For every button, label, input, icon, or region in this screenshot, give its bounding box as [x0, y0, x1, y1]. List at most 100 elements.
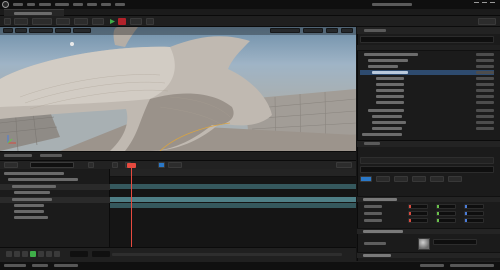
track-row[interactable]	[0, 215, 110, 221]
outliner-search-input[interactable]	[360, 36, 494, 43]
menu-item-help[interactable]	[115, 3, 125, 6]
stop-icon[interactable]	[118, 18, 126, 25]
close-icon[interactable]	[490, 2, 495, 6]
launch-button[interactable]	[130, 18, 142, 25]
snap-settings-group[interactable]	[270, 28, 300, 33]
details-search-input[interactable]	[360, 166, 494, 173]
material-picker[interactable]	[433, 239, 477, 245]
transform-section-header[interactable]	[357, 196, 500, 202]
content-drawer-button[interactable]	[4, 264, 26, 267]
menu-item-edit[interactable]	[27, 3, 35, 6]
track-section[interactable]	[110, 203, 356, 208]
grid-size-button[interactable]	[303, 28, 323, 33]
step-forward-icon[interactable]	[38, 251, 44, 257]
track-section[interactable]	[110, 197, 356, 202]
outliner-row[interactable]	[360, 126, 494, 131]
level-tab[interactable]	[4, 9, 64, 16]
viewport-layout-button[interactable]	[341, 28, 353, 33]
menu-item-file[interactable]	[13, 3, 23, 6]
scale-y-field[interactable]	[436, 218, 456, 223]
details-category[interactable]	[394, 176, 408, 182]
rotation-y-field[interactable]	[436, 211, 456, 216]
play-icon[interactable]	[30, 251, 36, 257]
window-controls[interactable]	[471, 2, 497, 7]
cinematics-button[interactable]	[92, 18, 104, 25]
playhead-frame-badge[interactable]	[127, 163, 136, 168]
save-icon[interactable]	[4, 18, 11, 25]
location-x-field[interactable]	[408, 204, 428, 209]
outliner-row[interactable]	[360, 114, 494, 119]
derived-data-status[interactable]	[450, 264, 494, 267]
scale-z-field[interactable]	[464, 218, 484, 223]
end-frame-field[interactable]	[92, 251, 110, 257]
material-thumbnail[interactable]	[418, 238, 430, 250]
outliner-row[interactable]	[360, 108, 494, 113]
maximize-icon[interactable]	[482, 2, 487, 6]
sequencer-timeline[interactable]	[110, 169, 356, 247]
track-row[interactable]	[0, 177, 110, 183]
outliner-row[interactable]	[360, 120, 494, 125]
save-sequence-icon[interactable]	[88, 162, 94, 168]
console-input[interactable]	[54, 264, 78, 267]
scale-x-field[interactable]	[408, 218, 428, 223]
outliner-row[interactable]	[360, 94, 494, 99]
snap-toggle-icon[interactable]	[158, 162, 165, 168]
menu-item-build[interactable]	[73, 3, 83, 6]
location-z-field[interactable]	[464, 204, 484, 209]
details-category[interactable]	[412, 176, 426, 182]
content-drawer-tab[interactable]	[4, 154, 32, 157]
render-icon[interactable]	[112, 162, 118, 168]
blueprint-button[interactable]	[74, 18, 88, 25]
menu-item-actor[interactable]	[101, 3, 111, 6]
lit-mode-button[interactable]	[55, 28, 71, 33]
go-to-end-icon[interactable]	[46, 251, 52, 257]
sequencer-tab[interactable]	[40, 154, 62, 157]
sequencer-search-input[interactable]	[30, 162, 74, 168]
frame-rate-button[interactable]	[168, 162, 182, 168]
loop-icon[interactable]	[54, 251, 60, 257]
show-flags-button[interactable]	[73, 28, 91, 33]
output-log-button[interactable]	[32, 264, 48, 267]
settings-button[interactable]	[478, 18, 496, 25]
outliner-row[interactable]	[360, 52, 494, 57]
details-category[interactable]	[448, 176, 462, 182]
materials-section-header[interactable]	[357, 228, 500, 234]
menu-item-select[interactable]	[87, 3, 97, 6]
source-control-status[interactable]	[420, 264, 444, 267]
add-content-button[interactable]	[56, 18, 70, 25]
timeline-scrollbar[interactable]	[112, 253, 342, 256]
details-category-all[interactable]	[360, 176, 372, 182]
outliner-row[interactable]	[360, 64, 494, 69]
playhead-line[interactable]	[131, 165, 132, 251]
start-frame-field[interactable]	[70, 251, 88, 257]
camera-speed-button[interactable]	[326, 28, 338, 33]
ue-logo-icon[interactable]	[2, 1, 9, 8]
outliner-row-selected[interactable]	[360, 70, 494, 75]
location-y-field[interactable]	[436, 204, 456, 209]
details-selected-actor[interactable]	[360, 157, 494, 164]
outliner-row[interactable]	[360, 88, 494, 93]
details-category[interactable]	[430, 176, 444, 182]
sequence-name-breadcrumb[interactable]	[336, 162, 352, 168]
minimize-icon[interactable]	[474, 2, 479, 6]
outliner-row[interactable]	[360, 100, 494, 105]
track-section[interactable]	[110, 184, 356, 189]
more-options-icon[interactable]	[146, 18, 154, 25]
track-row[interactable]	[0, 190, 110, 196]
outliner-row[interactable]	[360, 76, 494, 81]
menu-item-tools[interactable]	[55, 3, 69, 6]
viewport-menu-button[interactable]	[3, 28, 13, 33]
viewport-transform-button[interactable]	[15, 28, 27, 33]
add-track-button[interactable]	[4, 162, 18, 168]
mode-select-button[interactable]	[14, 18, 28, 25]
play-reverse-icon[interactable]	[22, 251, 28, 257]
platforms-button[interactable]	[32, 18, 52, 25]
step-back-icon[interactable]	[14, 251, 20, 257]
play-icon[interactable]	[108, 18, 116, 25]
go-to-start-icon[interactable]	[6, 251, 12, 257]
menu-item-window[interactable]	[39, 3, 51, 6]
outliner-row[interactable]	[360, 58, 494, 63]
next-section-header[interactable]	[357, 252, 500, 258]
details-category[interactable]	[376, 176, 390, 182]
perspective-button[interactable]	[29, 28, 53, 33]
